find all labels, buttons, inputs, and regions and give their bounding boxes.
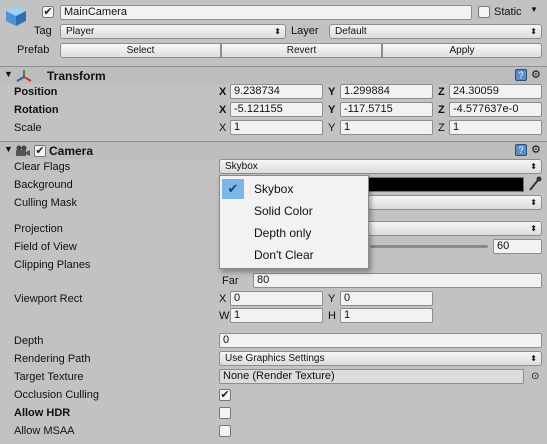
fov-value-field[interactable]: 60	[493, 239, 542, 254]
gameobject-cube-icon	[4, 4, 28, 28]
fov-label: Field of View	[14, 241, 77, 253]
chevron-down-icon: ⬍	[530, 354, 537, 363]
menu-item-skybox[interactable]: ✔ Skybox	[220, 178, 368, 200]
scale-x-axis[interactable]: X	[219, 121, 226, 135]
active-toggle-checkbox[interactable]: ✔	[42, 6, 54, 18]
scale-z-axis[interactable]: Z	[438, 121, 445, 135]
position-z-field[interactable]: 24.30059	[449, 84, 542, 99]
camera-header[interactable]: ▼ ✔ Camera ? ⚙	[0, 141, 547, 159]
static-label: Static	[494, 6, 522, 18]
chevron-down-icon: ⬍	[530, 27, 537, 36]
target-texture-label: Target Texture	[14, 371, 84, 383]
background-label: Background	[14, 179, 73, 191]
menu-item-label: Don't Clear	[254, 248, 314, 262]
transform-header[interactable]: ▼ Transform ? ⚙	[0, 66, 547, 84]
viewport-x-field[interactable]: 0	[230, 291, 323, 306]
camera-title: Camera	[49, 144, 94, 158]
far-value-field[interactable]: 80	[253, 273, 542, 288]
prefab-label: Prefab	[17, 44, 50, 56]
header-panel: ✔ MainCamera Static ▼ Tag Player ⬍ Layer …	[0, 0, 547, 62]
rotation-y-axis[interactable]: Y	[328, 103, 335, 117]
gear-icon[interactable]: ⚙	[531, 144, 541, 156]
chevron-down-icon: ⬍	[274, 27, 281, 36]
menu-item-dont-clear[interactable]: Don't Clear	[220, 244, 368, 266]
transform-axis-icon	[16, 69, 32, 83]
rotation-x-field[interactable]: -5.121155	[230, 102, 323, 117]
position-x-axis[interactable]: X	[219, 85, 226, 99]
object-picker-icon[interactable]: ⊙	[531, 371, 539, 383]
checkmark-icon: ✔	[222, 179, 244, 199]
static-dropdown-arrow[interactable]: ▼	[530, 5, 538, 14]
chevron-down-icon: ⬍	[530, 162, 537, 171]
viewport-x-axis[interactable]: X	[219, 292, 226, 306]
scale-z-field[interactable]: 1	[449, 120, 542, 135]
occlusion-culling-label: Occlusion Culling	[14, 389, 99, 401]
scale-y-field[interactable]: 1	[340, 120, 433, 135]
transform-title: Transform	[47, 69, 106, 83]
allow-hdr-label: Allow HDR	[14, 407, 71, 419]
camera-icon	[15, 145, 31, 157]
static-checkbox[interactable]	[478, 6, 490, 18]
far-label: Far	[222, 275, 239, 287]
viewport-h-axis[interactable]: H	[328, 309, 336, 323]
menu-item-label: Solid Color	[254, 204, 313, 218]
gear-icon[interactable]: ⚙	[531, 69, 541, 81]
viewport-rect-label: Viewport Rect	[14, 293, 83, 305]
rotation-z-axis[interactable]: Z	[438, 103, 445, 117]
depth-label: Depth	[14, 335, 44, 347]
help-icon[interactable]: ?	[515, 144, 527, 156]
foldout-arrow-icon[interactable]: ▼	[4, 144, 13, 154]
clipping-planes-label: Clipping Planes	[14, 259, 91, 271]
prefab-revert-button[interactable]: Revert	[221, 43, 382, 58]
foldout-arrow-icon[interactable]: ▼	[4, 69, 13, 79]
camera-enabled-checkbox[interactable]: ✔	[34, 145, 46, 157]
position-y-axis[interactable]: Y	[328, 85, 335, 99]
menu-item-label: Depth only	[254, 226, 312, 240]
viewport-w-field[interactable]: 1	[230, 308, 323, 323]
projection-label: Projection	[14, 223, 63, 235]
allow-msaa-label: Allow MSAA	[14, 425, 75, 437]
viewport-y-axis[interactable]: Y	[328, 292, 335, 306]
scale-y-axis[interactable]: Y	[328, 121, 335, 135]
clear-flags-menu: ✔ Skybox Solid Color Depth only Don't Cl…	[219, 175, 369, 269]
eyedropper-icon[interactable]	[528, 176, 542, 192]
allow-msaa-checkbox[interactable]	[219, 425, 231, 437]
target-texture-field[interactable]: None (Render Texture)	[219, 369, 524, 384]
help-icon[interactable]: ?	[515, 69, 527, 81]
chevron-down-icon: ⬍	[530, 224, 537, 233]
rotation-y-field[interactable]: -117.5715	[340, 102, 433, 117]
layer-label: Layer	[291, 25, 319, 37]
position-z-axis[interactable]: Z	[438, 85, 445, 99]
chevron-down-icon: ⬍	[530, 198, 537, 207]
prefab-apply-button[interactable]: Apply	[382, 43, 542, 58]
object-name-field[interactable]: MainCamera	[60, 5, 472, 20]
rendering-path-dropdown[interactable]: Use Graphics Settings ⬍	[219, 351, 542, 366]
rotation-x-axis[interactable]: X	[219, 103, 226, 117]
tag-dropdown[interactable]: Player ⬍	[60, 24, 286, 39]
allow-hdr-checkbox[interactable]	[219, 407, 231, 419]
position-x-field[interactable]: 9.238734	[230, 84, 323, 99]
prefab-select-button[interactable]: Select	[60, 43, 221, 58]
scale-label: Scale	[14, 122, 42, 134]
menu-item-solid-color[interactable]: Solid Color	[220, 200, 368, 222]
rendering-path-label: Rendering Path	[14, 353, 91, 365]
rotation-label: Rotation	[14, 104, 59, 116]
layer-dropdown[interactable]: Default ⬍	[329, 24, 542, 39]
fov-slider-track[interactable]	[370, 245, 488, 248]
scale-x-field[interactable]: 1	[230, 120, 323, 135]
occlusion-culling-checkbox[interactable]: ✔	[219, 389, 231, 401]
viewport-w-axis[interactable]: W	[219, 309, 229, 323]
position-label: Position	[14, 86, 58, 98]
viewport-h-field[interactable]: 1	[340, 308, 433, 323]
rotation-z-field[interactable]: -4.577637e-0	[449, 102, 542, 117]
depth-field[interactable]: 0	[219, 333, 542, 348]
viewport-y-field[interactable]: 0	[340, 291, 433, 306]
culling-mask-label: Culling Mask	[14, 197, 77, 209]
position-y-field[interactable]: 1.299884	[340, 84, 433, 99]
tag-label: Tag	[34, 25, 52, 37]
menu-item-label: Skybox	[254, 182, 294, 196]
clear-flags-label: Clear Flags	[14, 161, 71, 173]
menu-item-depth-only[interactable]: Depth only	[220, 222, 368, 244]
clear-flags-dropdown[interactable]: Skybox ⬍	[219, 159, 542, 174]
